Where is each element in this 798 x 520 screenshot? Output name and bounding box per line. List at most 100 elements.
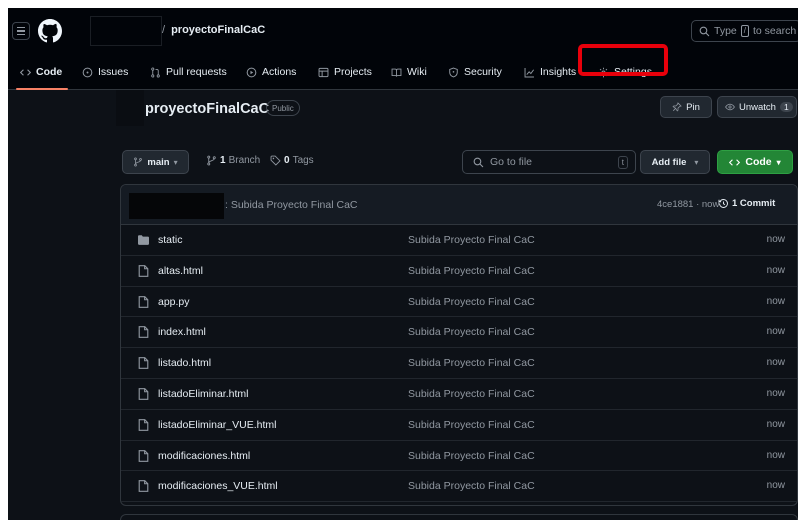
visibility-badge: Public <box>266 100 300 116</box>
file-commit-time: now <box>766 326 785 338</box>
tag-count: 0 <box>284 155 290 166</box>
file-row-app[interactable]: app.py Subida Proyecto Final CaC now <box>121 287 797 318</box>
file-commit-message[interactable]: Subida Proyecto Final CaC <box>408 480 535 492</box>
file-row-listado-eliminar[interactable]: listadoEliminar.html Subida Proyecto Fin… <box>121 379 797 410</box>
settings-highlight-annotation <box>578 44 668 76</box>
file-commit-message[interactable]: Subida Proyecto Final CaC <box>408 450 535 462</box>
shield-icon <box>449 67 458 77</box>
file-row-modificaciones[interactable]: modificaciones.html Subida Proyecto Fina… <box>121 441 797 472</box>
go-to-file-input[interactable]: Go to file t <box>462 150 636 174</box>
issue-opened-icon <box>82 67 93 77</box>
add-file-label: Add file <box>651 156 687 168</box>
pin-icon <box>672 102 682 112</box>
file-row-altas[interactable]: altas.html Subida Proyecto Final CaC now <box>121 256 797 287</box>
file-commit-message[interactable]: Subida Proyecto Final CaC <box>408 296 535 308</box>
tag-word: Tags <box>292 155 314 166</box>
pin-label: Pin <box>686 101 700 113</box>
go-to-file-placeholder: Go to file <box>490 156 533 168</box>
unwatch-label: Unwatch <box>739 101 776 113</box>
file-commit-time: now <box>766 234 785 245</box>
file-row-listado[interactable]: listado.html Subida Proyecto Final CaC n… <box>121 348 797 379</box>
file-icon <box>138 264 149 277</box>
pin-button[interactable]: Pin <box>660 96 712 118</box>
code-icon <box>20 68 31 76</box>
tab-security[interactable]: Security <box>448 54 502 90</box>
file-icon <box>138 326 149 339</box>
search-placeholder-pre: Type <box>714 25 737 37</box>
repo-title[interactable]: proyectoFinalCaC <box>145 101 269 117</box>
file-commit-message[interactable]: Subida Proyecto Final CaC <box>408 326 535 338</box>
folder-icon <box>138 235 149 245</box>
file-name[interactable]: static <box>158 234 183 246</box>
global-search-input[interactable]: Type / to search <box>691 20 798 42</box>
file-name[interactable]: listadoEliminar.html <box>158 388 248 400</box>
tab-label: Code <box>36 66 63 78</box>
watch-count: 1 <box>779 102 793 112</box>
branch-selector[interactable]: main ▾ <box>122 150 189 174</box>
chevron-down-icon: ▾ <box>776 157 781 167</box>
file-name[interactable]: app.py <box>158 296 190 308</box>
commit-history-link[interactable]: 1 Commit <box>718 198 775 209</box>
file-name[interactable]: modificaciones.html <box>158 450 250 462</box>
go-to-file-shortcut: t <box>617 156 628 169</box>
github-logo-icon[interactable] <box>38 19 62 43</box>
git-branch-icon <box>207 155 216 166</box>
breadcrumb-repo-link[interactable]: proyectoFinalCaC <box>171 24 265 36</box>
tab-label: Issues <box>98 66 129 78</box>
file-name[interactable]: listadoEliminar_VUE.html <box>158 419 276 431</box>
github-window: / proyectoFinalCaC Type / to search Code Is… <box>8 8 798 520</box>
tab-issues[interactable]: Issues <box>82 54 128 90</box>
commit-count-label: 1 Commit <box>732 198 776 209</box>
file-row-listado-eliminar-vue[interactable]: listadoEliminar_VUE.html Subida Proyecto… <box>121 410 797 441</box>
add-file-button[interactable]: Add file ▾ <box>640 150 710 174</box>
search-icon <box>473 157 484 167</box>
menu-icon[interactable] <box>12 22 30 40</box>
code-icon <box>729 158 741 166</box>
file-name[interactable]: altas.html <box>158 265 203 277</box>
book-icon <box>391 68 402 77</box>
file-icon <box>138 418 149 431</box>
branches-link[interactable]: 1 Branch <box>206 155 260 166</box>
tab-projects[interactable]: Projects <box>318 54 372 90</box>
file-icon <box>138 357 149 370</box>
file-commit-message[interactable]: Subida Proyecto Final CaC <box>408 265 535 277</box>
commit-hash[interactable]: 4ce1881 · now <box>657 199 719 210</box>
file-name[interactable]: index.html <box>158 326 206 338</box>
file-commit-time: now <box>766 264 785 276</box>
file-name[interactable]: modificaciones_VUE.html <box>158 480 278 492</box>
tab-insights[interactable]: Insights <box>524 54 576 90</box>
code-button[interactable]: Code ▾ <box>717 150 793 174</box>
owner-avatar-redacted <box>116 90 144 126</box>
tab-label: Pull requests <box>166 66 227 78</box>
unwatch-button[interactable]: Unwatch 1 <box>717 96 797 118</box>
tags-link[interactable]: 0 Tags <box>270 155 314 166</box>
branch-count: 1 <box>220 155 226 166</box>
owner-name-redacted <box>90 16 162 46</box>
file-commit-time: now <box>766 295 785 307</box>
tab-actions[interactable]: Actions <box>246 54 296 90</box>
file-commit-message[interactable]: Subida Proyecto Final CaC <box>408 388 535 400</box>
table-icon <box>318 67 329 77</box>
file-row-static[interactable]: static Subida Proyecto Final CaC now <box>121 225 797 256</box>
breadcrumb: / proyectoFinalCaC <box>162 24 266 36</box>
tab-code[interactable]: Code <box>15 54 69 90</box>
tab-label: Insights <box>540 66 577 78</box>
git-pull-request-icon <box>151 67 160 77</box>
history-icon <box>718 199 728 208</box>
tab-wiki[interactable]: Wiki <box>391 54 427 90</box>
file-icon <box>138 388 149 400</box>
commit-message-text: Subida Proyecto Final CaC <box>230 199 358 211</box>
file-row-modificaciones-vue[interactable]: modificaciones_VUE.html Subida Proyecto … <box>121 471 797 503</box>
search-shortcut-key: / <box>740 25 749 37</box>
tab-pull-requests[interactable]: Pull requests <box>150 54 227 90</box>
chevron-down-icon: ▾ <box>694 157 699 167</box>
file-commit-time: now <box>766 449 785 461</box>
file-icon <box>138 449 149 462</box>
file-commit-message[interactable]: Subida Proyecto Final CaC <box>408 357 535 369</box>
file-commit-message[interactable]: Subida Proyecto Final CaC <box>408 419 535 431</box>
commit-message[interactable]: : Subida Proyecto Final CaC <box>225 199 358 211</box>
file-row-index[interactable]: index.html Subida Proyecto Final CaC now <box>121 317 797 349</box>
file-name[interactable]: listado.html <box>158 357 211 369</box>
file-commit-message[interactable]: Subida Proyecto Final CaC <box>408 234 535 246</box>
global-header: / proyectoFinalCaC Type / to search Code Is… <box>8 8 798 90</box>
